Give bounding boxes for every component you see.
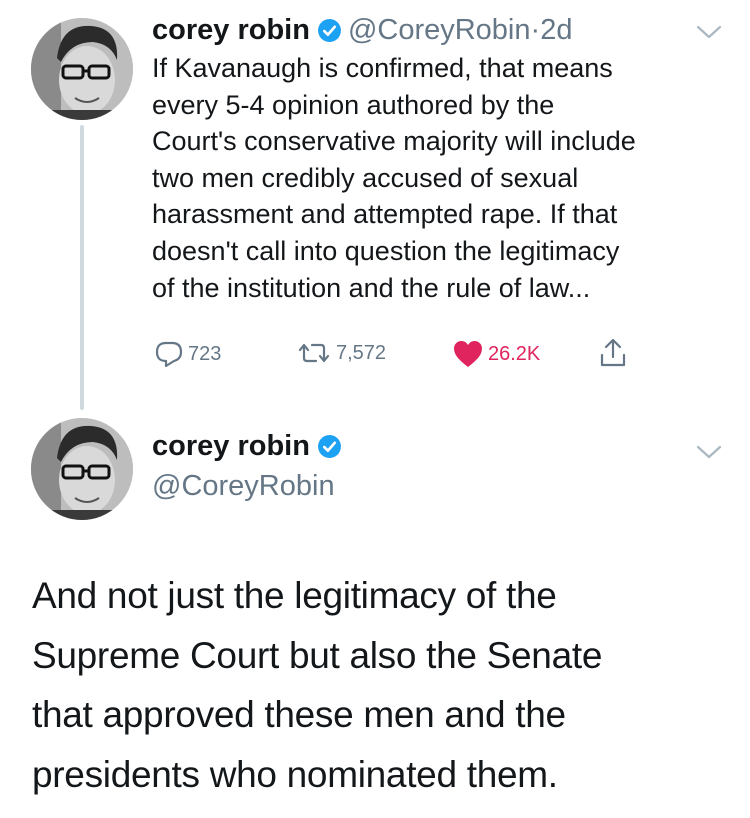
display-name[interactable]: corey robin xyxy=(152,14,310,46)
retweet-icon xyxy=(298,343,330,363)
tweet-text-line: Court's conservative majority will inclu… xyxy=(152,126,636,157)
retweet-count: 7,572 xyxy=(336,341,387,364)
share-icon xyxy=(600,338,626,367)
tweet-text-line: Supreme Court but also the Senate xyxy=(32,634,603,676)
tweet-text: If Kavanaugh is confirmed, that means ev… xyxy=(152,50,737,306)
avatar[interactable] xyxy=(31,18,133,120)
tweet-header: corey robin @CoreyRobin·2d xyxy=(152,14,572,48)
tweet-text: And not just the legitimacy of the Supre… xyxy=(32,566,732,804)
tweet-text-line: harassment and attempted rape. If that xyxy=(152,199,618,230)
retweet-button[interactable]: 7,572 xyxy=(296,341,386,365)
like-button[interactable]: 26.2K xyxy=(452,339,540,369)
chevron-down-icon[interactable] xyxy=(696,24,722,40)
thread-connector-line xyxy=(80,125,84,410)
display-name[interactable]: corey robin xyxy=(152,430,310,462)
timestamp[interactable]: 2d xyxy=(540,14,572,46)
reply-count: 723 xyxy=(188,342,222,365)
chevron-down-icon[interactable] xyxy=(696,444,722,460)
tweet-text-line: two men credibly accused of sexual xyxy=(152,162,579,193)
tweet-text-line: that approved these men and the xyxy=(32,694,566,735)
share-button[interactable] xyxy=(598,337,628,374)
tweet-text-line: of the institution and the rule of law..… xyxy=(152,272,591,303)
verified-badge-icon xyxy=(317,434,342,464)
tweet-text-line: And not just the legitimacy of the xyxy=(32,575,557,616)
tweet-header: corey robin xyxy=(152,430,348,464)
verified-badge-icon xyxy=(317,18,342,48)
tweet-text-line: presidents who nominated them. xyxy=(32,753,558,795)
tweet-text-line: doesn't call into question the legitimac… xyxy=(152,235,620,266)
handle[interactable]: @CoreyRobin xyxy=(152,470,335,503)
reply-icon xyxy=(155,341,183,368)
like-count: 26.2K xyxy=(488,342,541,365)
tweet-text-line: If Kavanaugh is confirmed, that means xyxy=(152,53,613,83)
separator: · xyxy=(530,14,541,46)
heart-icon xyxy=(454,341,482,367)
avatar[interactable] xyxy=(31,418,133,520)
handle[interactable]: @CoreyRobin xyxy=(348,14,531,46)
reply-button[interactable]: 723 xyxy=(154,340,221,368)
tweet-text-line: every 5-4 opinion authored by the xyxy=(152,89,555,120)
